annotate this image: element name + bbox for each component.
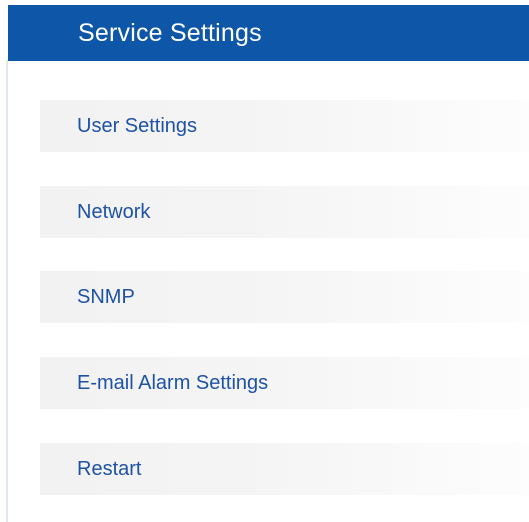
service-settings-title: Service Settings — [78, 18, 262, 47]
menu-item-snmp[interactable]: SNMP — [40, 271, 529, 323]
menu-item-label: User Settings — [77, 114, 198, 137]
menu-item-label: SNMP — [77, 285, 135, 308]
menu-item-email-alarm-settings[interactable]: E-mail Alarm Settings — [40, 357, 529, 409]
menu-item-restart[interactable]: Restart — [40, 443, 529, 495]
service-settings-header: Service Settings — [8, 5, 529, 61]
service-settings-panel: Service Settings User Settings Network S… — [0, 0, 529, 522]
panel-left-border — [6, 60, 8, 522]
menu-item-network[interactable]: Network — [40, 186, 529, 238]
menu-item-label: Restart — [77, 457, 142, 480]
menu-item-user-settings[interactable]: User Settings — [40, 100, 529, 152]
menu-item-label: E-mail Alarm Settings — [77, 371, 269, 394]
menu-item-label: Network — [77, 200, 151, 223]
